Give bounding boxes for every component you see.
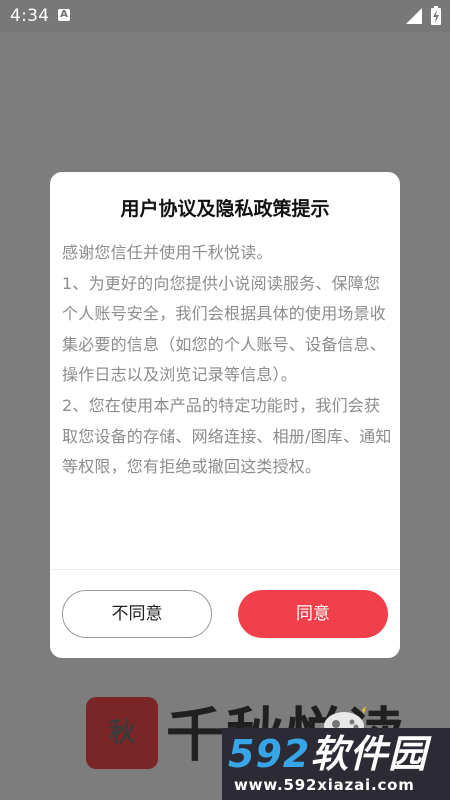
watermark: 592软件园 www.592xiazai.com — [222, 728, 450, 800]
disagree-button[interactable]: 不同意 — [62, 590, 212, 638]
dialog-body: 感谢您信任并使用千秋悦读。 1、为更好的向您提供小说阅读服务、保障您个人账号安全… — [62, 238, 392, 483]
dialog-title: 用户协议及隐私政策提示 — [120, 198, 330, 220]
watermark-number: 592 — [228, 732, 311, 776]
dialog-paragraph: 2、您在使用本产品的特定功能时，我们会获取您设备的存储、网络连接、相册/图库、通… — [62, 395, 392, 477]
status-bar: 4:34 A — [0, 0, 450, 32]
signal-icon — [406, 8, 422, 24]
dialog-paragraph: 感谢您信任并使用千秋悦读。 — [62, 243, 273, 262]
dialog-divider — [50, 569, 400, 570]
notification-a-icon: A — [58, 9, 70, 21]
app-logo: 秋 — [86, 697, 158, 769]
privacy-dialog: 用户协议及隐私政策提示 感谢您信任并使用千秋悦读。 1、为更好的向您提供小说阅读… — [50, 172, 400, 658]
status-time: 4:34 — [10, 6, 50, 26]
dialog-paragraph: 1、为更好的向您提供小说阅读服务、保障您个人账号安全，我们会根据具体的使用场景收… — [62, 273, 387, 385]
watermark-url: www.592xiazai.com — [234, 776, 415, 794]
watermark-text: 软件园 — [310, 732, 428, 776]
battery-charging-icon — [431, 6, 441, 25]
app-logo-char: 秋 — [108, 718, 135, 748]
agree-button[interactable]: 同意 — [238, 590, 388, 638]
watermark-logo: 592软件园 — [228, 732, 427, 776]
